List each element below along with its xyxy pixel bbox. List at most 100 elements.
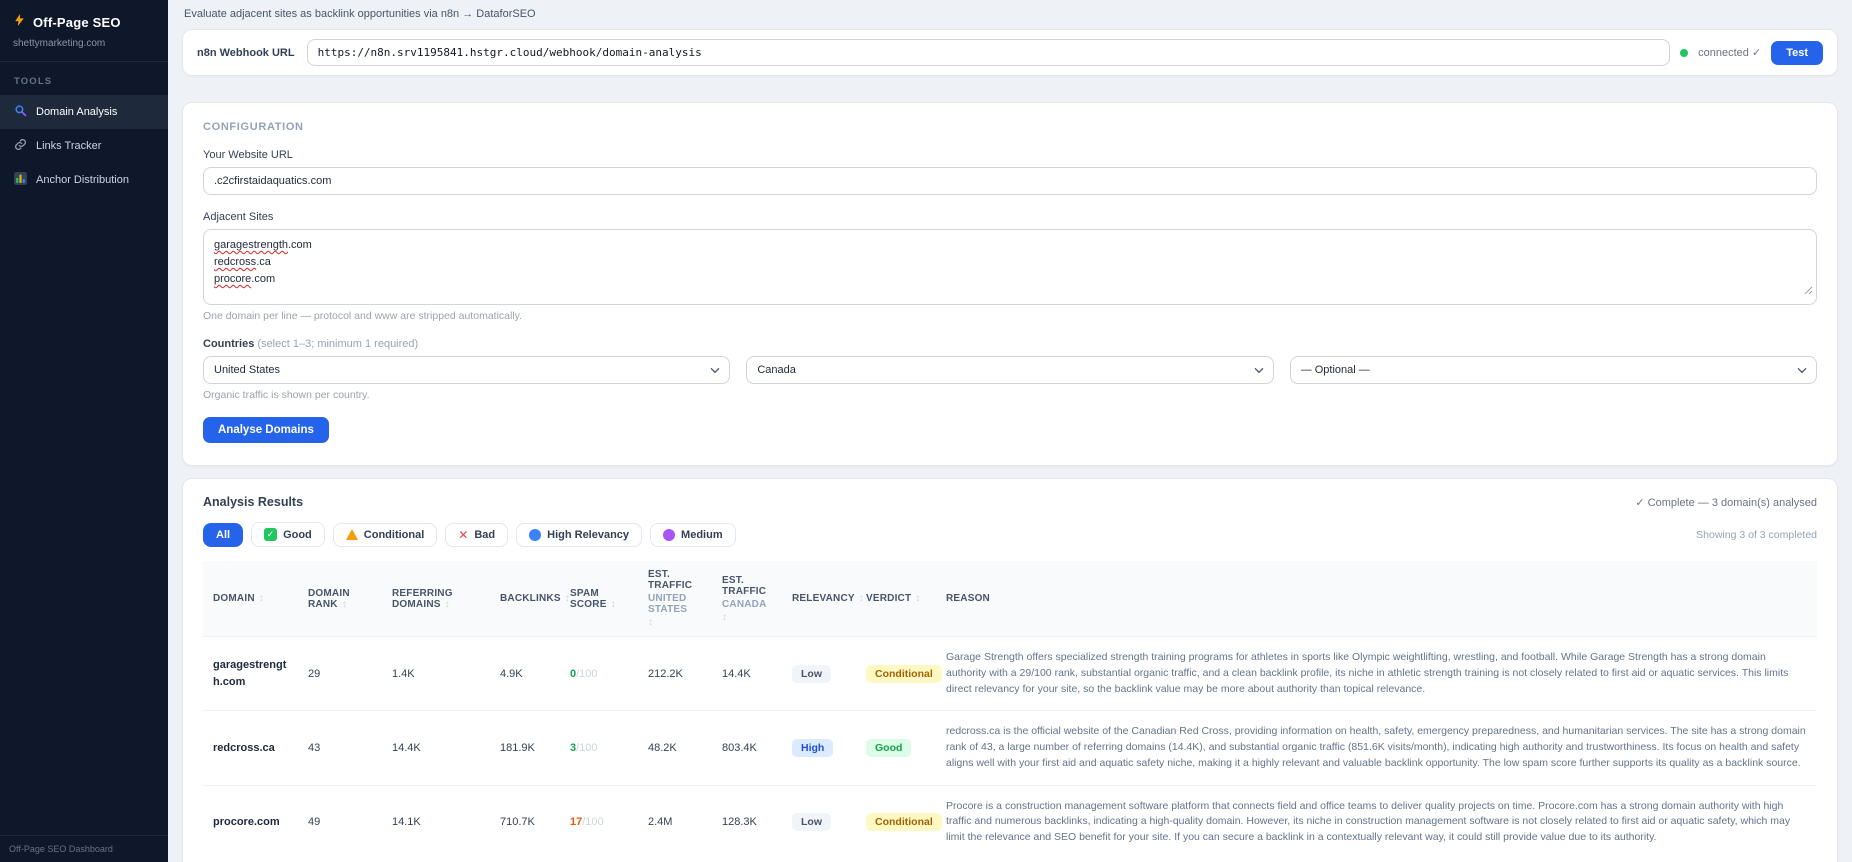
column-header-reason: REASON: [936, 561, 1817, 637]
sidebar-item-label: Links Tracker: [36, 140, 102, 152]
textarea-resize-handle[interactable]: [1804, 284, 1813, 301]
cell-domain: garagestrength.com: [203, 635, 298, 711]
cell-verdict: Good: [856, 710, 936, 785]
cell-relevancy: High: [782, 710, 856, 785]
country-select-3[interactable]: — Optional —: [1289, 356, 1817, 384]
website-url-input[interactable]: [203, 167, 1817, 195]
column-header-backlinks[interactable]: BACKLINKS ↕: [490, 561, 570, 637]
column-header-domain[interactable]: DOMAIN ↕: [203, 561, 298, 637]
sort-icon: ↕: [258, 593, 264, 604]
filter-bad[interactable]: ✕ Bad: [445, 522, 509, 547]
sort-icon: ↕: [722, 611, 728, 623]
cell-traffic-ca: 128.3K: [712, 784, 782, 859]
country-select-2[interactable]: Canada: [746, 356, 1274, 384]
filter-high-relevancy[interactable]: High Relevancy: [516, 522, 643, 547]
cell-domain-rank: 43: [298, 710, 382, 785]
test-webhook-button[interactable]: Test: [1771, 40, 1823, 65]
cell-domain: redcross.ca: [203, 710, 298, 785]
showing-count: Showing 3 of 3 completed: [1696, 528, 1817, 541]
cell-traffic-ca: 14.4K: [712, 635, 782, 711]
cell-verdict: Conditional: [856, 784, 942, 859]
column-header-traffic-us[interactable]: EST. TRAFFIC UNITED STATES ↕: [638, 561, 712, 637]
adjacent-sites-textarea[interactable]: garagestrength.com redcross.ca procore.c…: [203, 229, 1817, 305]
warning-triangle-icon: [345, 529, 358, 540]
sidebar-item-label: Anchor Distribution: [36, 174, 129, 186]
cell-spam-score: 0/100: [560, 635, 638, 711]
page-subtitle: Evaluate adjacent sites as backlink oppo…: [184, 8, 536, 20]
relevancy-badge: High: [792, 738, 834, 757]
filter-row: All ✓ Good Conditional ✕ Bad High Relevanc…: [203, 522, 1817, 547]
webhook-url-input[interactable]: [306, 39, 1671, 66]
column-header-domain-rank[interactable]: DOMAIN RANK ↕: [298, 561, 382, 637]
webhook-bar: n8n Webhook URL connected ✓ Test: [182, 29, 1838, 76]
cell-backlinks: 4.9K: [490, 635, 560, 711]
cell-domain: procore.com: [203, 784, 298, 859]
results-table: DOMAIN ↕ DOMAIN RANK ↕ REFERRING DOMAINS ↕ …: [203, 561, 1817, 859]
table-row: garagestrength.com 29 1.4K 4.9K 0/100 21…: [203, 635, 1817, 711]
cell-referring-domains: 1.4K: [382, 635, 490, 711]
column-header-spam-score[interactable]: SPAM SCORE ↕: [560, 561, 638, 637]
verdict-badge: Conditional: [866, 664, 942, 683]
adjacent-sites-label: Adjacent Sites: [203, 211, 274, 223]
analysis-results-card: Analysis Results ✓ Complete — 3 domain(s…: [182, 478, 1838, 862]
column-header-verdict[interactable]: VERDICT ↕: [856, 561, 936, 637]
cell-traffic-us: 212.2K: [638, 635, 712, 711]
good-check-icon: ✓: [264, 528, 278, 541]
sidebar-item-anchor-distribution[interactable]: Anchor Distribution: [0, 163, 168, 197]
table-row: redcross.ca 43 14.4K 181.9K 3/100 48.2K …: [203, 710, 1817, 785]
results-complete-status: ✓ Complete — 3 domain(s) analysed: [1635, 496, 1817, 509]
sort-icon: ↕: [341, 598, 347, 610]
country-select-1[interactable]: United States: [203, 356, 731, 384]
configuration-heading: CONFIGURATION: [203, 121, 304, 133]
website-url-label: Your Website URL: [203, 149, 293, 161]
app-title: Off-Page SEO: [33, 15, 121, 30]
cell-backlinks: 710.7K: [490, 784, 560, 859]
blue-dot-icon: [529, 528, 542, 541]
country-select-2-wrap: Canada: [746, 356, 1274, 384]
countries-label: Countries (select 1–3; minimum 1 require…: [203, 338, 419, 350]
column-header-traffic-ca[interactable]: EST. TRAFFIC CANADA ↕: [712, 561, 782, 637]
cell-referring-domains: 14.1K: [382, 784, 490, 859]
sidebar-footer: Off-Page SEO Dashboard: [0, 835, 168, 862]
connected-status-dot: [1680, 48, 1689, 57]
cell-reason: redcross.ca is the official website of t…: [936, 710, 1817, 785]
connection-status-text: connected ✓: [1698, 47, 1762, 59]
cell-reason: Garage Strength offers specialized stren…: [936, 635, 1817, 711]
country-select-3-wrap: — Optional —: [1289, 356, 1817, 384]
cell-backlinks: 181.9K: [490, 710, 560, 785]
purple-dot-icon: [663, 528, 676, 541]
cell-relevancy: Low: [782, 635, 856, 711]
lightning-bolt-icon: [13, 13, 26, 32]
column-header-relevancy[interactable]: RELEVANCY ↕: [782, 561, 864, 637]
cell-reason: Procore is a construction management sof…: [936, 784, 1817, 859]
results-title: Analysis Results: [203, 495, 304, 509]
tools-section-label: TOOLS: [14, 76, 53, 87]
sidebar-item-links-tracker[interactable]: Links Tracker: [0, 129, 168, 163]
bad-x-icon: ✕: [458, 527, 469, 542]
link-icon: [14, 138, 27, 154]
analyse-domains-button[interactable]: Analyse Domains: [203, 417, 329, 443]
sidebar-item-domain-analysis[interactable]: Domain Analysis: [0, 95, 168, 129]
table-header-row: DOMAIN ↕ DOMAIN RANK ↕ REFERRING DOMAINS ↕ …: [203, 561, 1817, 637]
cell-domain-rank: 49: [298, 784, 382, 859]
sort-icon: ↕: [610, 598, 616, 610]
cell-spam-score: 17/100: [560, 784, 638, 859]
magnifier-icon: [14, 104, 27, 120]
filter-good[interactable]: ✓ Good: [251, 522, 325, 547]
column-header-referring-domains[interactable]: REFERRING DOMAINS ↕: [382, 561, 490, 637]
filter-all[interactable]: All: [203, 522, 244, 547]
logo: Off-Page SEO: [0, 0, 168, 35]
webhook-url-label: n8n Webhook URL: [197, 46, 295, 59]
sort-icon: ↕: [648, 617, 654, 628]
filter-conditional[interactable]: Conditional: [332, 522, 438, 547]
filter-medium[interactable]: Medium: [650, 522, 736, 547]
adjacent-site-line: redcross.ca: [214, 256, 271, 269]
cell-domain-rank: 29: [298, 635, 382, 711]
verdict-badge: Good: [866, 738, 912, 757]
countries-help: Organic traffic is shown per country.: [203, 389, 370, 401]
verdict-badge: Conditional: [866, 813, 942, 832]
cell-traffic-us: 2.4M: [638, 784, 712, 859]
relevancy-badge: Low: [792, 813, 831, 832]
cell-traffic-us: 48.2K: [638, 710, 712, 785]
sort-icon: ↕: [444, 598, 450, 610]
